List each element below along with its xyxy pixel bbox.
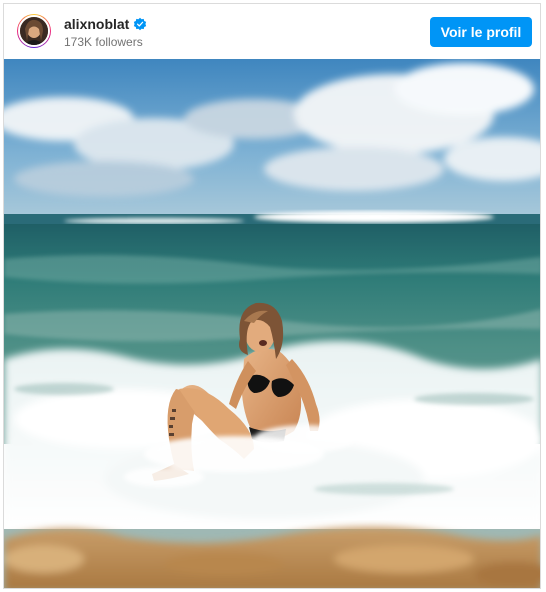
instagram-embed-card: alixnoblat 173K followers Voir le profil [3, 3, 541, 589]
post-header: alixnoblat 173K followers Voir le profil [4, 4, 540, 59]
post-photo[interactable] [4, 59, 540, 588]
username-row: alixnoblat [64, 16, 147, 32]
avatar[interactable] [17, 14, 51, 48]
follower-count: 173K followers [64, 35, 143, 49]
beach-photo [4, 59, 540, 588]
username[interactable]: alixnoblat [64, 16, 129, 32]
verified-badge-icon [133, 17, 147, 31]
view-profile-button[interactable]: Voir le profil [430, 17, 532, 47]
avatar-image [18, 15, 50, 47]
